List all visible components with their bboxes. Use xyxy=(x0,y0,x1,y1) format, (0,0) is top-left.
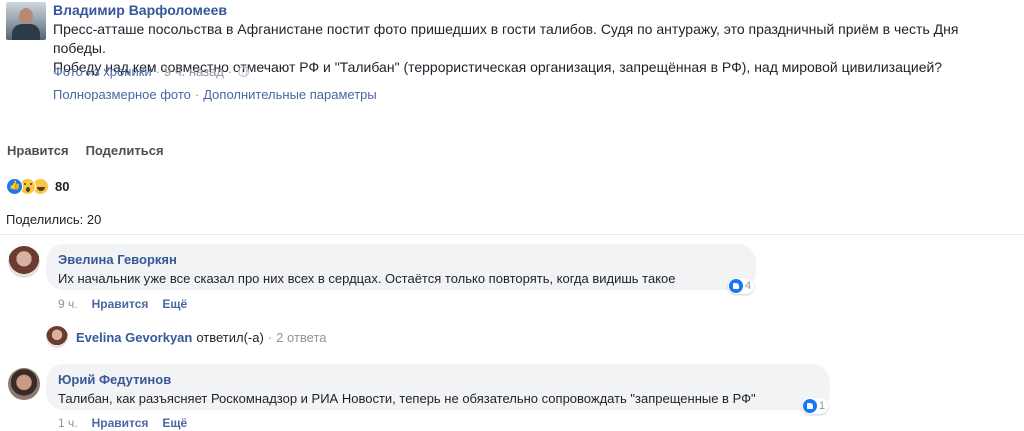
comment-author[interactable]: Эвелина Геворкян xyxy=(58,251,744,268)
globe-icon[interactable] xyxy=(238,66,250,77)
reactions-count[interactable]: 80 xyxy=(55,179,69,194)
like-button[interactable]: Нравится xyxy=(7,143,69,158)
full-photo-link[interactable]: Полноразмерное фото xyxy=(53,87,191,102)
comment-avatar[interactable] xyxy=(8,368,40,400)
replies-summary[interactable]: Evelina Gevorkyan ответил(-а) · 2 ответа xyxy=(46,326,327,348)
comment-reactions[interactable]: 4 xyxy=(728,278,755,294)
post-author-avatar[interactable] xyxy=(6,2,46,40)
comment-bubble: Эвелина Геворкян Их начальник уже все ск… xyxy=(46,244,756,290)
comment-meta: 9 ч. Нравится Ещё xyxy=(58,297,201,311)
post-meta: Фото из хроники · 9 ч. назад · xyxy=(53,64,250,79)
comment-time[interactable]: 9 ч. xyxy=(58,297,78,311)
avatar-head xyxy=(19,8,33,24)
photo-options: Полноразмерное фото · Дополнительные пар… xyxy=(53,87,377,102)
shares-count[interactable]: Поделились: 20 xyxy=(6,212,101,227)
comment-reaction-count: 4 xyxy=(745,280,752,292)
comment-like-button[interactable]: Нравится xyxy=(92,416,149,430)
more-options-link[interactable]: Дополнительные параметры xyxy=(203,87,377,102)
comment-reactions[interactable]: 1 xyxy=(802,398,829,414)
comment-like-button[interactable]: Нравится xyxy=(92,297,149,311)
like-icon xyxy=(803,399,817,413)
comment-meta: 1 ч. Нравится Ещё xyxy=(58,416,201,430)
post-text-line-1: Пресс-атташе посольства в Афганистане по… xyxy=(53,21,959,56)
comment-author[interactable]: Юрий Федутинов xyxy=(58,371,818,388)
comment-reaction-count: 1 xyxy=(819,400,826,412)
reactions-summary[interactable]: 80 xyxy=(6,178,69,195)
reply-separator: · xyxy=(267,329,273,345)
meta-separator: · xyxy=(194,87,200,102)
comment-time[interactable]: 1 ч. xyxy=(58,416,78,430)
avatar-body xyxy=(12,24,40,40)
comment-avatar[interactable] xyxy=(8,246,40,278)
reply-count[interactable]: 2 ответа xyxy=(276,330,326,345)
post-actions: Нравится Поделиться xyxy=(7,143,164,158)
comment-more-button[interactable]: Ещё xyxy=(162,297,187,311)
reply-verb: ответил(-а) xyxy=(196,329,264,345)
like-icon xyxy=(729,279,743,293)
like-icon xyxy=(6,178,23,195)
comment-text: Их начальник уже все сказал про них всех… xyxy=(58,271,676,286)
meta-separator: · xyxy=(227,64,233,79)
reply-avatar xyxy=(46,326,68,348)
divider xyxy=(0,234,1024,235)
reply-author[interactable]: Evelina Gevorkyan xyxy=(76,330,192,345)
comment-more-button[interactable]: Ещё xyxy=(162,416,187,430)
source-link[interactable]: Фото из хроники xyxy=(53,64,152,79)
meta-separator: · xyxy=(155,64,161,79)
post-time[interactable]: 9 ч. назад xyxy=(164,64,224,79)
post-author-name[interactable]: Владимир Варфоломеев xyxy=(53,2,227,18)
comment-text: Талибан, как разъясняет Роскомнадзор и Р… xyxy=(58,391,756,406)
comment-bubble: Юрий Федутинов Талибан, как разъясняет Р… xyxy=(46,364,830,410)
share-button[interactable]: Поделиться xyxy=(86,143,164,158)
